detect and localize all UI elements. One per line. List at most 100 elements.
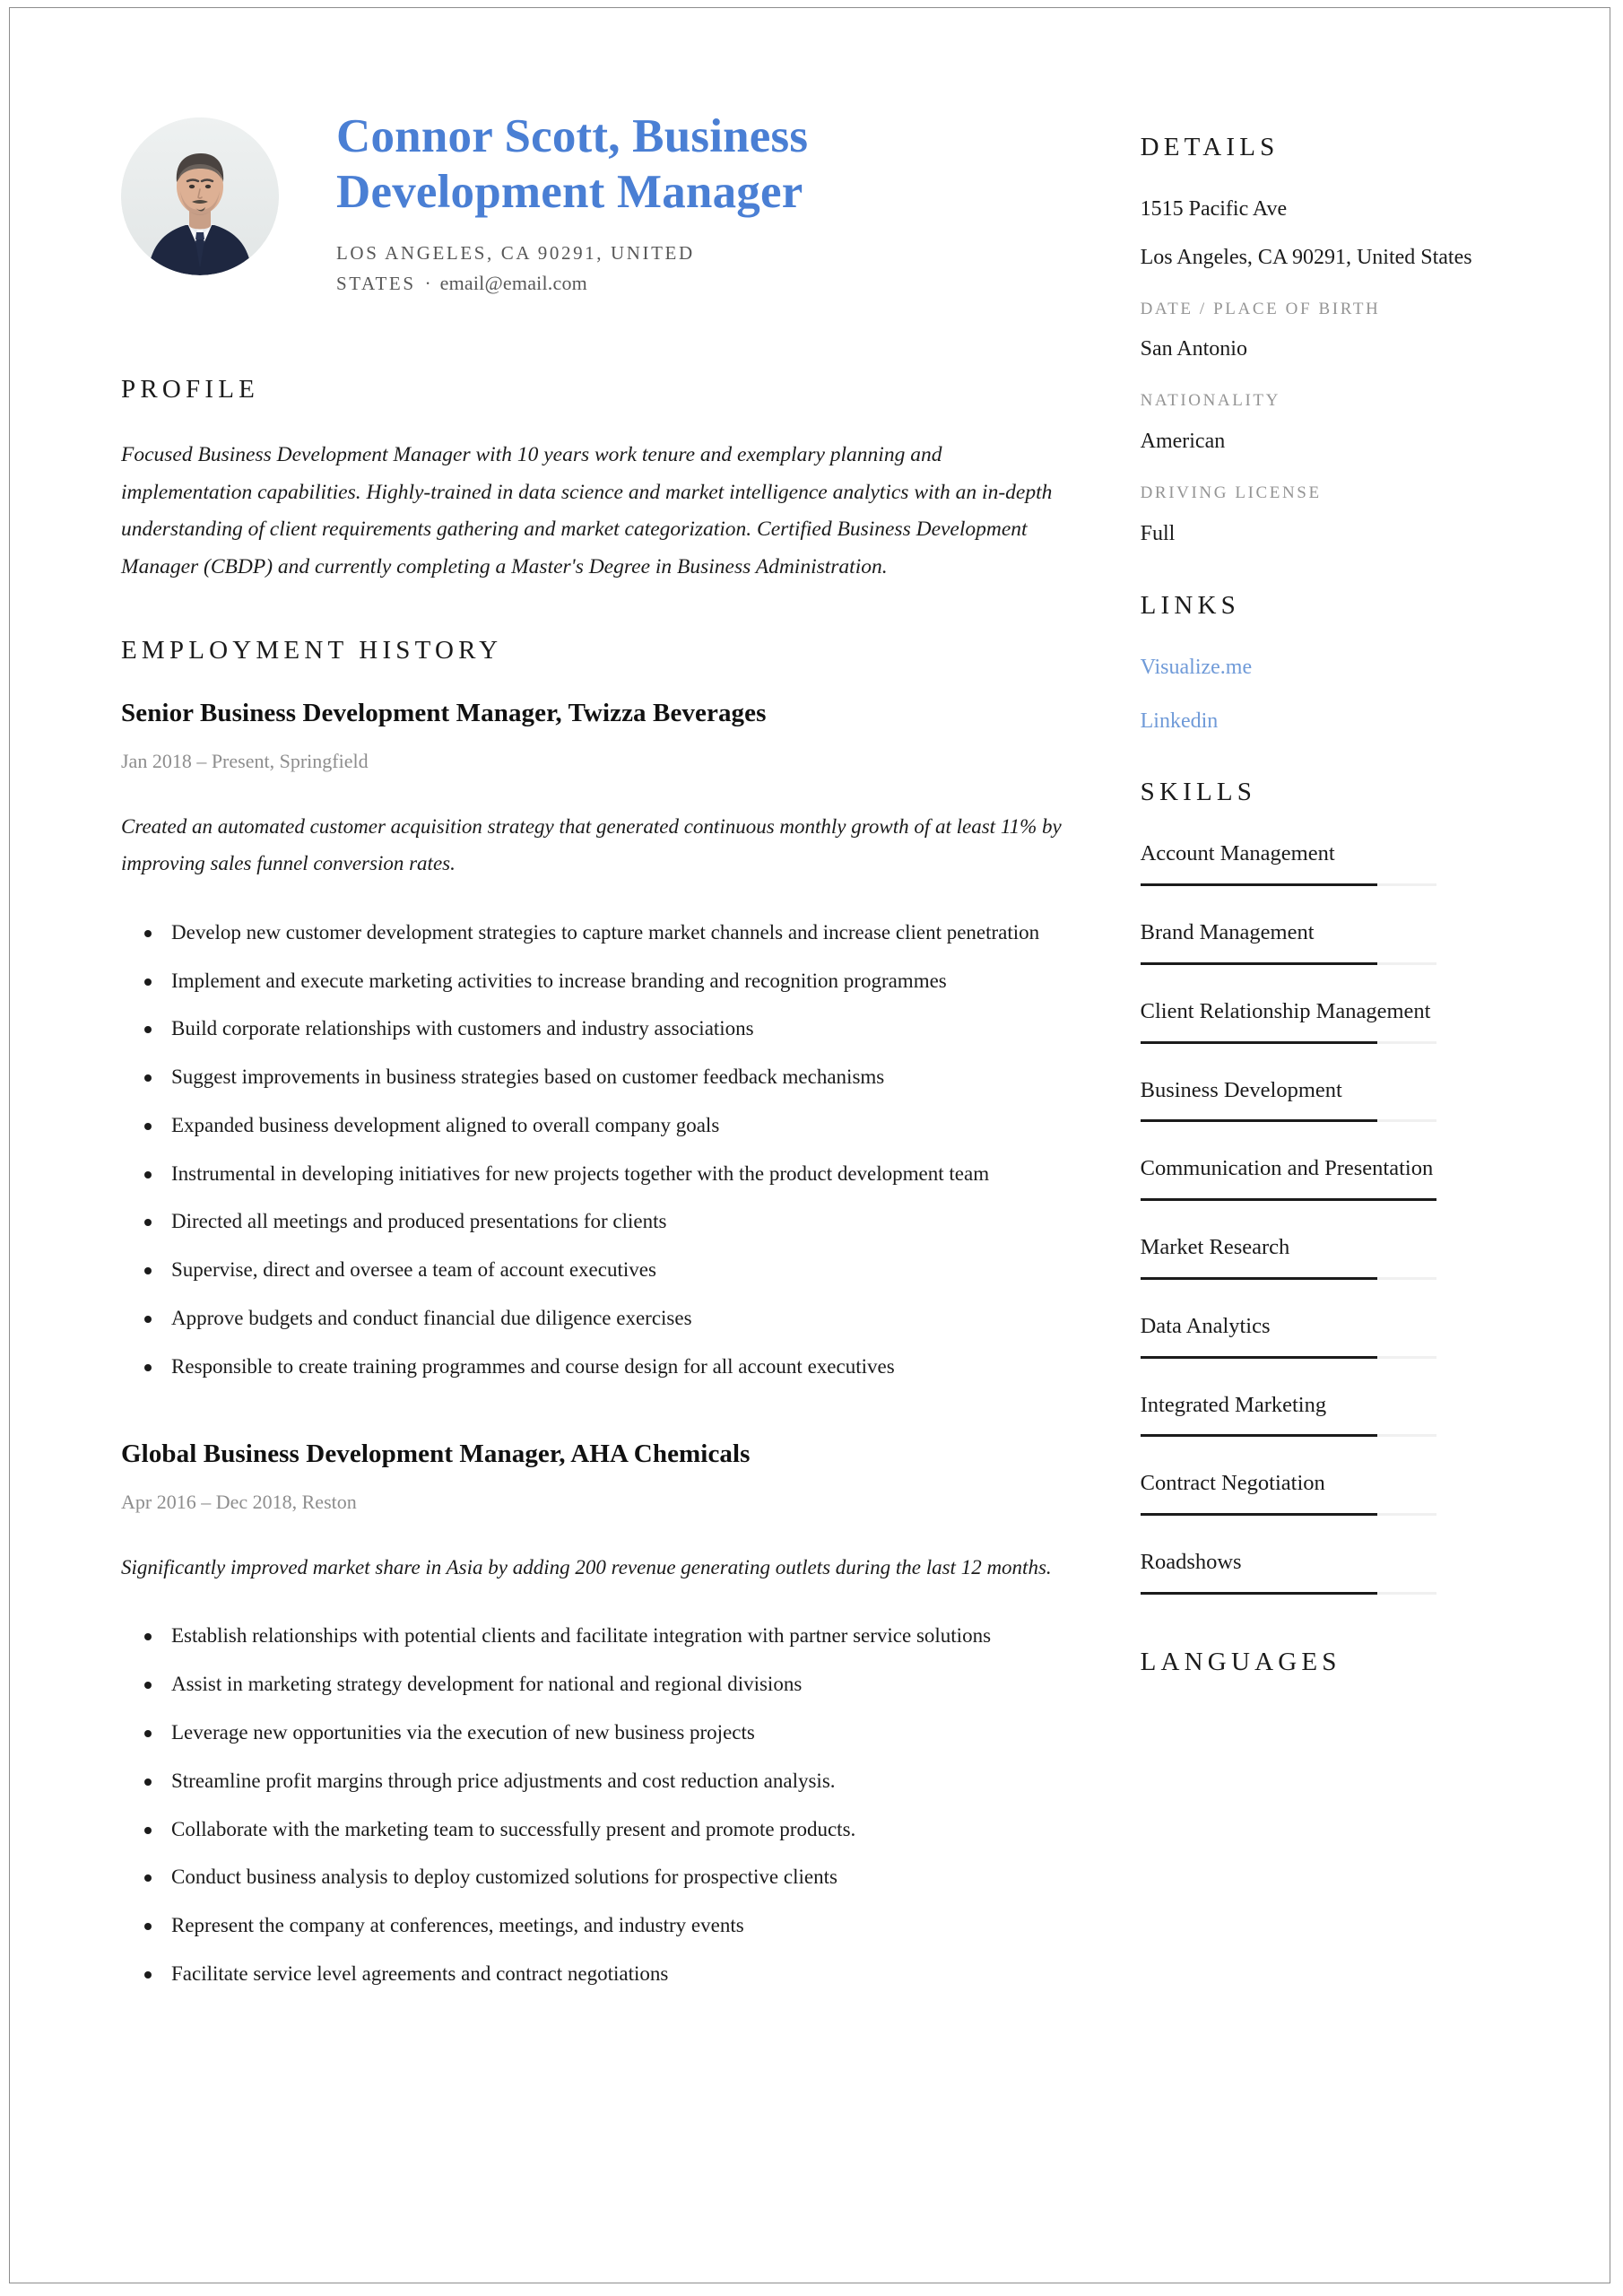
skill-item: Business Development: [1140, 1074, 1556, 1123]
skill-item: Market Research: [1140, 1231, 1556, 1280]
skill-level-bar: [1140, 1040, 1436, 1044]
details-section: DETAILS 1515 Pacific Ave Los Angeles, CA…: [1140, 133, 1556, 551]
skill-item: Communication and Presentation: [1140, 1152, 1556, 1202]
profile-text: Focused Business Development Manager wit…: [121, 442, 1053, 579]
job-meta: Jan 2018 – Present, Springfield: [121, 750, 369, 773]
job-meta: Apr 2016 – Dec 2018, Reston: [121, 1490, 357, 1513]
list-item: Implement and execute marketing activiti…: [121, 963, 1063, 999]
employment-section: EMPLOYMENT HISTORY Senior Business Devel…: [121, 636, 1063, 1992]
skill-label: Client Relationship Management: [1140, 998, 1431, 1023]
nationality-value: American: [1140, 429, 1226, 453]
skills-section: SKILLS Account Management Brand Manageme…: [1140, 778, 1556, 1595]
skill-level-fill: [1140, 1434, 1377, 1438]
skill-label: Data Analytics: [1140, 1313, 1271, 1338]
driving-license-label: DRIVING LICENSE: [1140, 483, 1322, 502]
list-item: Collaborate with the marketing team to s…: [121, 1812, 1063, 1848]
skill-level-fill: [1140, 1513, 1377, 1517]
details-heading: DETAILS: [1140, 133, 1280, 161]
skill-label: Market Research: [1140, 1235, 1290, 1260]
list-item: Directed all meetings and produced prese…: [121, 1204, 1063, 1239]
skill-item: Integrated Marketing: [1140, 1389, 1556, 1438]
profile-section: PROFILE Focused Business Development Man…: [121, 374, 1063, 587]
list-item: Leverage new opportunities via the execu…: [121, 1715, 1063, 1751]
job-entry: Global Business Development Manager, AHA…: [121, 1439, 1063, 1992]
list-item: Establish relationships with potential c…: [121, 1618, 1063, 1654]
skill-item: Data Analytics: [1140, 1310, 1556, 1359]
skill-label: Integrated Marketing: [1140, 1392, 1327, 1417]
employment-heading: EMPLOYMENT HISTORY: [121, 636, 503, 665]
links-heading: LINKS: [1140, 591, 1240, 621]
skill-label: Communication and Presentation: [1140, 1156, 1434, 1181]
skill-level-bar: [1140, 1119, 1436, 1123]
skill-item: Account Management: [1140, 838, 1556, 887]
list-item: Supervise, direct and oversee a team of …: [121, 1252, 1063, 1288]
job-bullet-list: Develop new customer development strateg…: [121, 915, 1063, 1385]
skill-level-bar: [1140, 1591, 1436, 1595]
skill-item: Roadshows: [1140, 1546, 1556, 1595]
list-item: Streamline profit margins through price …: [121, 1763, 1063, 1799]
skill-item: Contract Negotiation: [1140, 1467, 1556, 1517]
skill-level-fill: [1140, 883, 1377, 887]
job-summary: Created an automated customer acquisitio…: [121, 814, 1062, 874]
job-summary: Significantly improved market share in A…: [121, 1555, 1052, 1578]
skill-level-bar: [1140, 1198, 1436, 1202]
skill-level-bar: [1140, 883, 1436, 887]
job-title: Global Business Development Manager, AHA…: [121, 1439, 751, 1468]
list-item: Suggest improvements in business strateg…: [121, 1059, 1063, 1095]
skill-label: Brand Management: [1140, 920, 1315, 945]
skill-level-fill: [1140, 1591, 1377, 1595]
links-section: LINKS Visualize.me Linkedin: [1141, 592, 1556, 737]
skill-label: Business Development: [1140, 1077, 1342, 1102]
skill-label: Contract Negotiation: [1140, 1471, 1325, 1496]
skill-level-bar: [1140, 961, 1436, 965]
main-column: Connor Scott, Business Development Manag…: [10, 8, 1116, 2042]
list-item: Conduct business analysis to deploy cust…: [121, 1859, 1063, 1895]
address-line-2: Los Angeles, CA 90291, United States: [1140, 245, 1472, 269]
job-entry: Senior Business Development Manager, Twi…: [121, 698, 1063, 1385]
birth-value: San Antonio: [1140, 337, 1247, 361]
contact-email[interactable]: email@email.com: [440, 272, 587, 294]
profile-heading: PROFILE: [121, 374, 260, 404]
skill-level-fill: [1140, 961, 1377, 965]
list-item: Expanded business development aligned to…: [121, 1108, 1063, 1144]
list-item: Facilitate service level agreements and …: [121, 1956, 1063, 1992]
skill-item: Client Relationship Management: [1140, 996, 1556, 1044]
list-item: Represent the company at conferences, me…: [121, 1908, 1063, 1944]
job-bullet-list: Establish relationships with potential c…: [121, 1618, 1063, 1991]
skill-label: Roadshows: [1140, 1550, 1242, 1575]
skill-level-fill: [1140, 1119, 1377, 1123]
link-visualize-me[interactable]: Visualize.me: [1141, 651, 1556, 683]
skill-level-fill: [1140, 1355, 1377, 1359]
address-line-1: 1515 Pacific Ave: [1140, 196, 1288, 221]
job-title: Senior Business Development Manager, Twi…: [121, 698, 767, 727]
portrait-photo: [121, 117, 279, 275]
list-item: Instrumental in developing initiatives f…: [121, 1156, 1063, 1192]
link-linkedin[interactable]: Linkedin: [1141, 705, 1556, 737]
list-item: Build corporate relationships with custo…: [121, 1011, 1063, 1047]
birth-label: DATE / PLACE OF BIRTH: [1140, 299, 1381, 318]
list-item: Develop new customer development strateg…: [121, 915, 1063, 951]
list-item: Assist in marketing strategy development…: [121, 1666, 1063, 1702]
resume-page: Connor Scott, Business Development Manag…: [9, 7, 1610, 2283]
skill-level-fill: [1140, 1040, 1377, 1044]
contact-info: LOS ANGELES, CA 90291, UNITED STATES · ema…: [336, 239, 758, 299]
list-item: Responsible to create training programme…: [121, 1349, 1063, 1385]
languages-heading: LANGUAGES: [1140, 1647, 1341, 1676]
skill-level-fill: [1140, 1198, 1436, 1202]
list-item: Approve budgets and conduct financial du…: [121, 1300, 1063, 1336]
skills-heading: SKILLS: [1140, 778, 1257, 807]
contact-separator: ·: [424, 272, 431, 294]
resume-header: Connor Scott, Business Development Manag…: [121, 98, 1063, 299]
page-title: Connor Scott, Business Development Manag…: [336, 110, 809, 218]
skill-item: Brand Management: [1140, 917, 1556, 965]
driving-license-value: Full: [1140, 521, 1176, 545]
sidebar-column: DETAILS 1515 Pacific Ave Los Angeles, CA…: [1116, 8, 1610, 1718]
skill-level-bar: [1140, 1355, 1436, 1359]
languages-section: LANGUAGES: [1141, 1648, 1556, 1677]
avatar: [121, 117, 279, 275]
skill-level-fill: [1140, 1276, 1377, 1280]
nationality-label: NATIONALITY: [1140, 391, 1280, 411]
skill-level-bar: [1140, 1276, 1436, 1280]
skill-level-bar: [1140, 1513, 1436, 1517]
skill-label: Account Management: [1140, 841, 1335, 866]
